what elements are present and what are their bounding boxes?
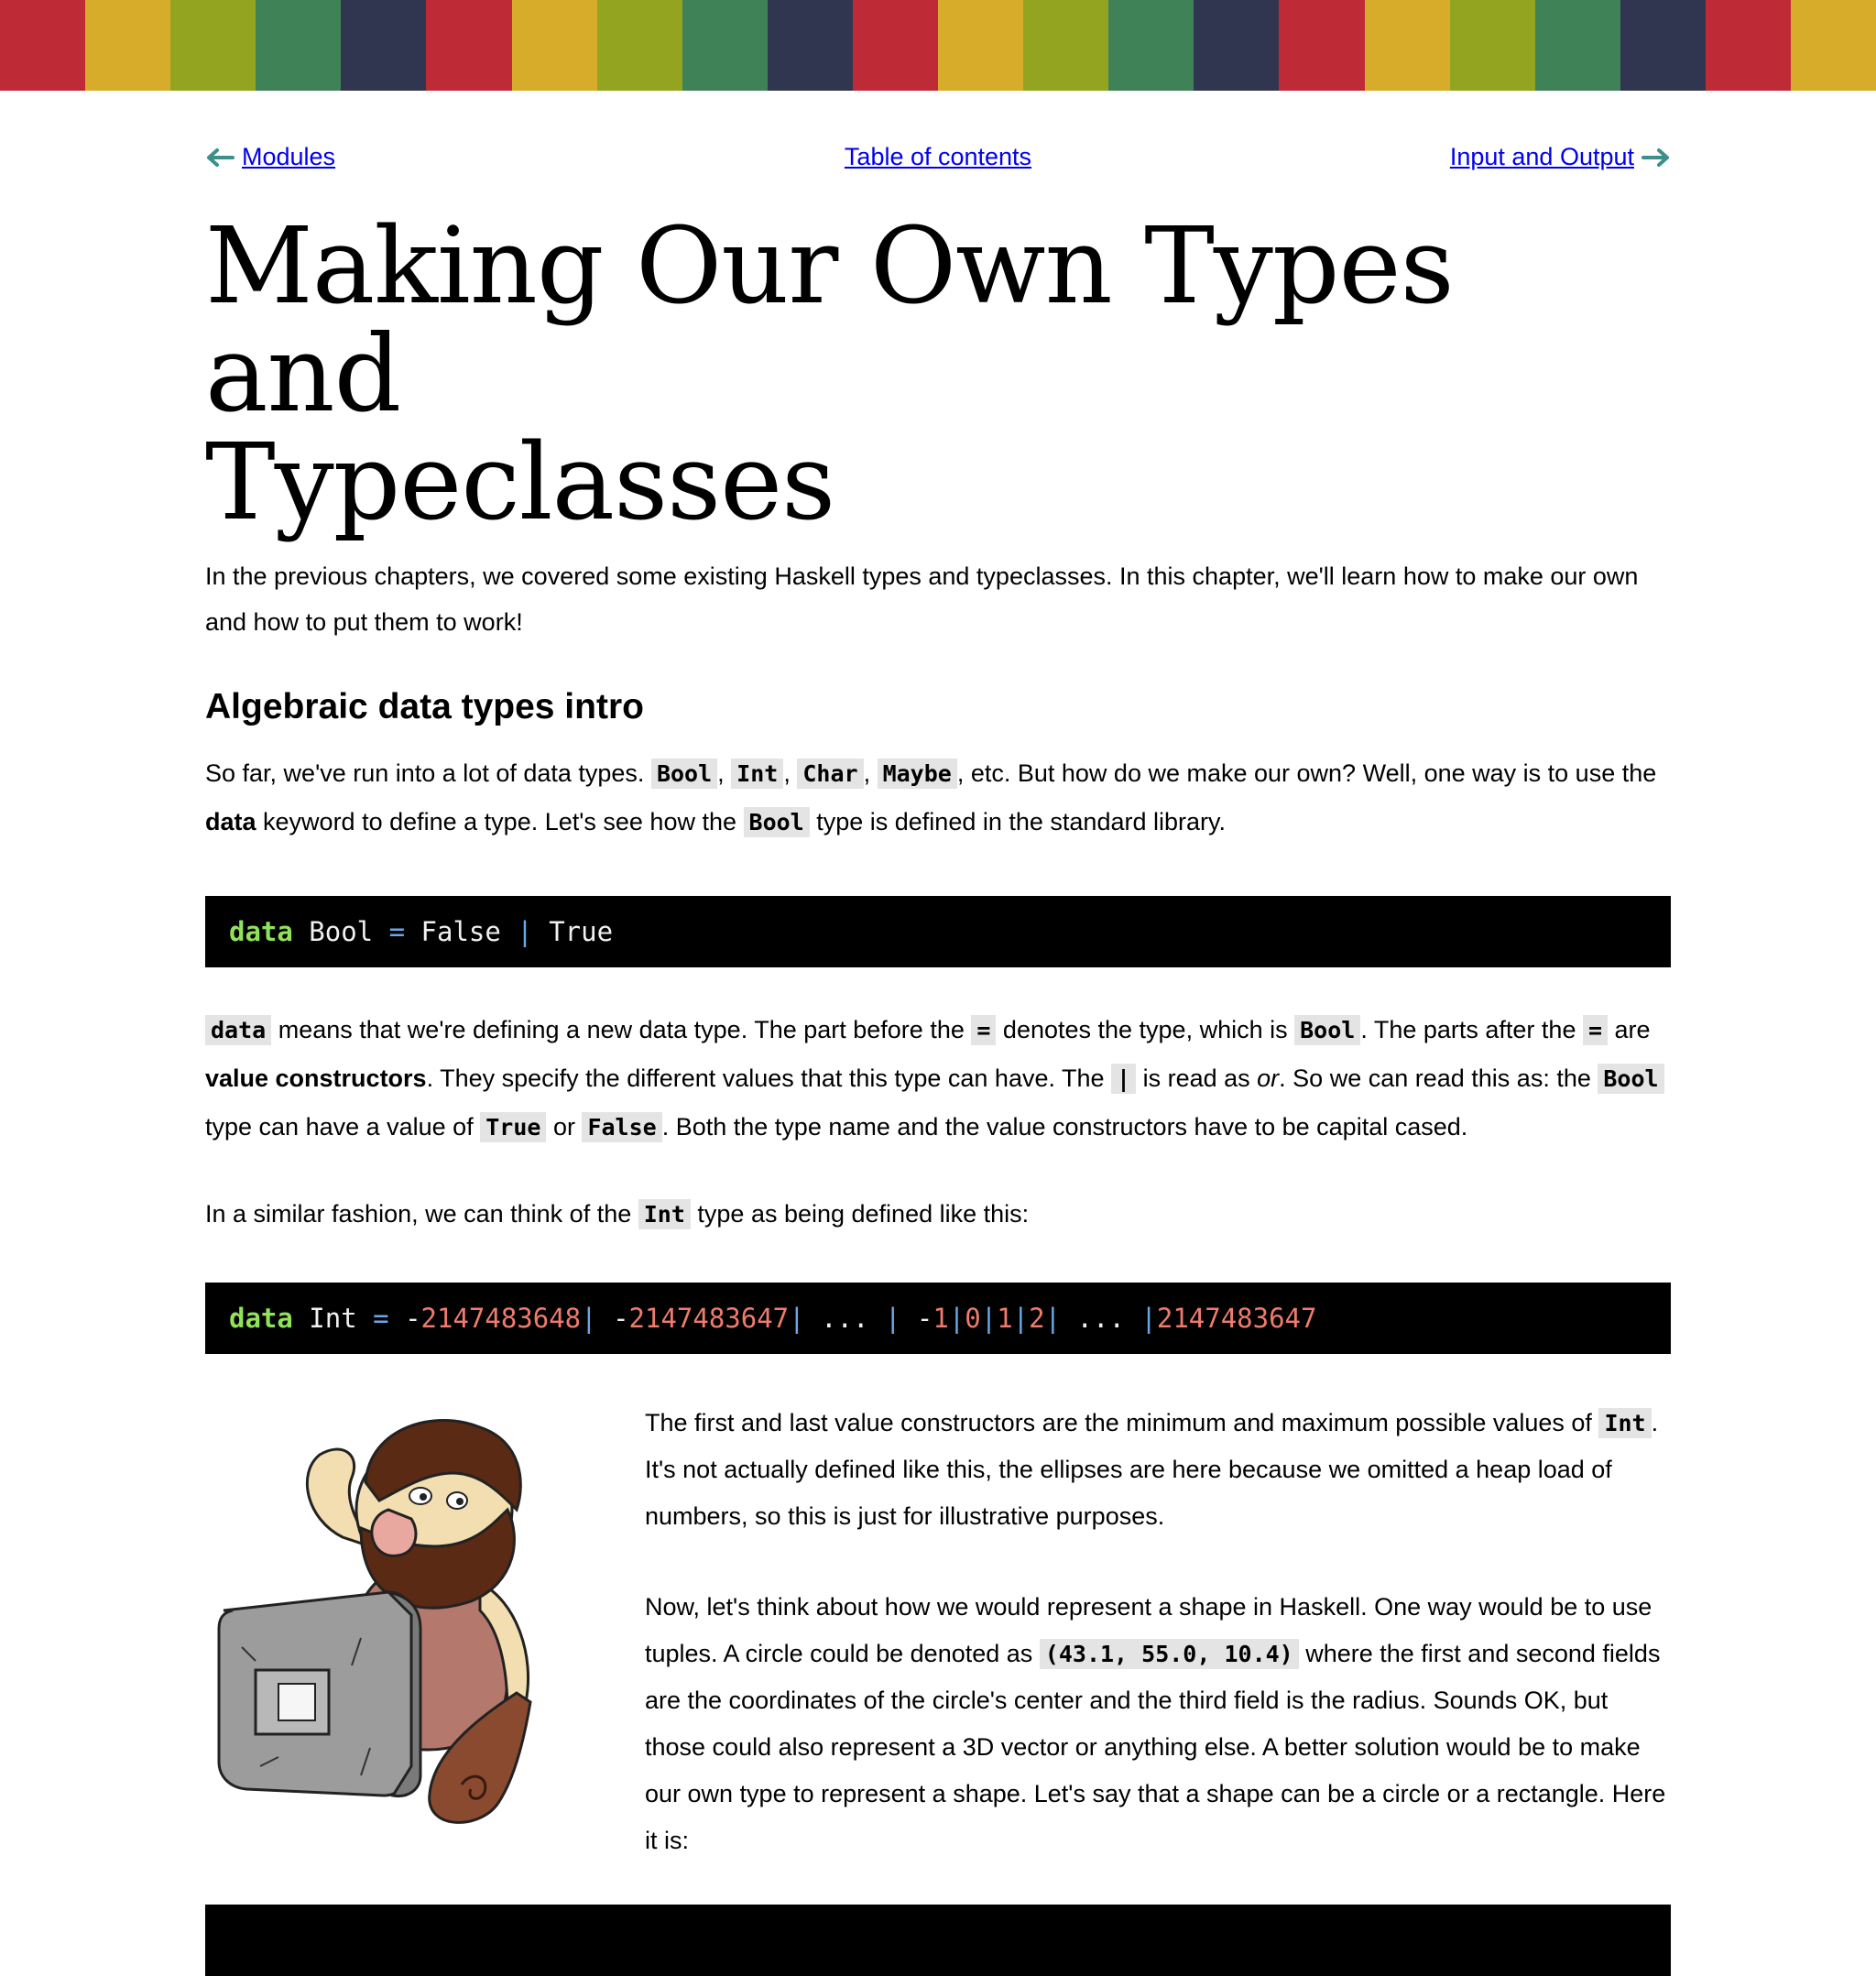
stripe-segment — [1194, 0, 1280, 91]
stripe-segment — [1620, 0, 1706, 91]
inline-code: Bool — [743, 807, 810, 837]
illustrated-section: The first and last value constructors ar… — [205, 1400, 1671, 1864]
paragraph-int-explanation: The first and last value constructors ar… — [645, 1408, 1659, 1530]
inline-code: Maybe — [877, 759, 957, 789]
intro-paragraph: In the previous chapters, we covered som… — [205, 562, 1639, 636]
inline-code: Int — [731, 759, 784, 789]
stripe-segment — [170, 0, 256, 91]
bold-term: value constructors — [205, 1064, 427, 1092]
next-chapter-link[interactable]: Input and Output — [1450, 143, 1634, 171]
color-stripe-banner — [0, 0, 1876, 91]
paragraph-data-types: So far, we've run into a lot of data typ… — [205, 759, 1657, 837]
emphasis: or — [1257, 1064, 1280, 1092]
stripe-segment — [596, 0, 682, 91]
stripe-segment — [1705, 0, 1791, 91]
stripe-segment — [256, 0, 342, 91]
paragraph-value-constructors: data means that we're defining a new dat… — [205, 1006, 1671, 1152]
stripe-segment — [1023, 0, 1109, 91]
illustrated-text: The first and last value constructors ar… — [645, 1400, 1671, 1864]
paragraph-shape-intro: Now, let's think about how we would repr… — [645, 1593, 1666, 1854]
stripe-segment — [852, 0, 939, 91]
stripe-segment — [511, 0, 597, 91]
stripe-segment — [1449, 0, 1535, 91]
inline-code: Char — [797, 759, 864, 789]
inline-code: Bool — [650, 759, 718, 789]
inline-code: | — [1111, 1064, 1137, 1094]
stripe-segment — [1108, 0, 1194, 91]
stripe-segment — [682, 0, 768, 91]
page-title: Making Our Own Types and Typeclasses — [205, 213, 1671, 537]
stripe-segment — [341, 0, 427, 91]
inline-code: False — [582, 1112, 662, 1142]
section-heading: Algebraic data types intro — [205, 687, 644, 726]
stripe-segment — [1790, 0, 1876, 91]
chapter-navigation: Modules Table of contents Input and Outp… — [205, 143, 1671, 216]
code-block-int: data Int = -2147483648 | -2147483647 | .… — [205, 1283, 1671, 1354]
inline-code: Int — [1598, 1408, 1652, 1438]
stripe-segment — [767, 0, 853, 91]
stripe-segment — [1364, 0, 1450, 91]
inline-code: = — [1582, 1015, 1609, 1045]
stripe-segment — [938, 0, 1024, 91]
code-block-bool: data Bool = False | True — [205, 896, 1671, 967]
page-title-line2: Typeclasses — [205, 421, 835, 544]
inline-code: data — [205, 1015, 272, 1045]
inline-code: (43.1, 55.0, 10.4) — [1039, 1639, 1299, 1669]
code-block-shape — [205, 1905, 1671, 1976]
page-title-line1: Making Our Own Types and — [205, 205, 1455, 436]
stripe-segment — [1534, 0, 1620, 91]
inline-code: Int — [638, 1199, 691, 1229]
inline-code: Bool — [1598, 1064, 1664, 1094]
stripe-segment — [1279, 0, 1365, 91]
caveman-illustration — [205, 1400, 645, 1840]
inline-code: = — [971, 1015, 997, 1045]
page-content: Modules Table of contents Input and Outp… — [205, 91, 1671, 1976]
stripe-segment — [85, 0, 171, 91]
bold-keyword: data — [205, 808, 256, 835]
caveman-computer-drawing — [217, 1419, 532, 1824]
inline-code: True — [480, 1112, 547, 1142]
next-chapter-nav[interactable]: Input and Output — [1450, 143, 1671, 171]
paragraph-int-intro: In a similar fashion, we can think of th… — [205, 1199, 1030, 1229]
arrow-right-icon — [1642, 147, 1669, 167]
table-of-contents-link[interactable]: Table of contents — [845, 143, 1031, 170]
stripe-segment — [426, 0, 512, 91]
inline-code: Bool — [1294, 1015, 1361, 1045]
stripe-segment — [0, 0, 86, 91]
